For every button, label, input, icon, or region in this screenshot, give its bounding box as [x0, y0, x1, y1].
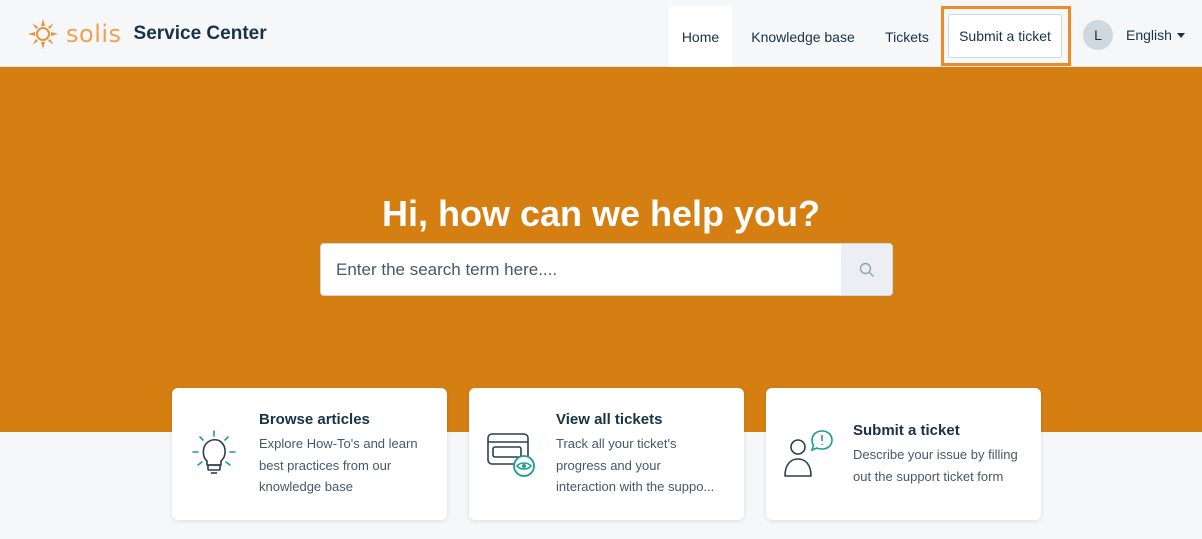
search-button[interactable] — [841, 244, 892, 295]
nav-knowledge-base[interactable]: Knowledge base — [740, 6, 866, 67]
brand-logo-word: solis — [66, 20, 122, 48]
language-label: English — [1126, 27, 1172, 43]
user-alert-icon — [784, 430, 833, 477]
card-description-line: interaction with the suppo... — [556, 479, 715, 494]
search-bar — [320, 243, 893, 296]
card-description-line: out the support ticket form — [853, 468, 1004, 484]
tickets-view-icon — [487, 433, 535, 477]
user-avatar[interactable]: L — [1083, 20, 1113, 50]
brand-title: Service Center — [133, 23, 267, 44]
submit-ticket-button[interactable]: Submit a ticket — [948, 14, 1062, 58]
brand[interactable]: solis Service Center — [26, 17, 267, 51]
card-description: Describe your issue by filling out the s… — [853, 444, 1029, 487]
card-title: Submit a ticket — [853, 422, 960, 439]
language-dropdown[interactable]: English — [1126, 24, 1185, 46]
top-navigation-bar: solis Service Center Home Knowledge base… — [0, 0, 1202, 67]
search-input[interactable] — [321, 244, 841, 295]
lightbulb-icon — [192, 430, 236, 474]
submit-ticket-card[interactable]: Submit a ticket Describe your issue by f… — [766, 388, 1041, 520]
browse-articles-card[interactable]: Browse articles Explore How-To's and lea… — [172, 388, 447, 520]
card-title: Browse articles — [259, 411, 370, 428]
sun-logo-icon — [28, 19, 58, 49]
card-description-line: Track all your ticket's — [556, 436, 677, 451]
nav-tickets[interactable]: Tickets — [873, 6, 941, 67]
hero-title: Hi, how can we help you? — [381, 193, 821, 234]
card-description-line: best practices from our — [259, 457, 392, 473]
view-all-tickets-card[interactable]: View all tickets Track all your ticket's… — [469, 388, 744, 520]
search-icon — [859, 262, 874, 277]
card-description-line: Describe your issue by filling — [853, 447, 1018, 462]
card-description: Explore How-To's and learn best practice… — [259, 433, 435, 498]
nav-home[interactable]: Home — [669, 6, 732, 67]
card-description-line: knowledge base — [259, 479, 353, 494]
card-description-line: progress and your — [556, 457, 661, 473]
card-title: View all tickets — [556, 411, 663, 428]
card-description-line: Explore How-To's and learn — [259, 436, 418, 451]
chevron-down-icon — [1176, 32, 1185, 38]
card-description: Track all your ticket's progress and you… — [556, 433, 732, 498]
